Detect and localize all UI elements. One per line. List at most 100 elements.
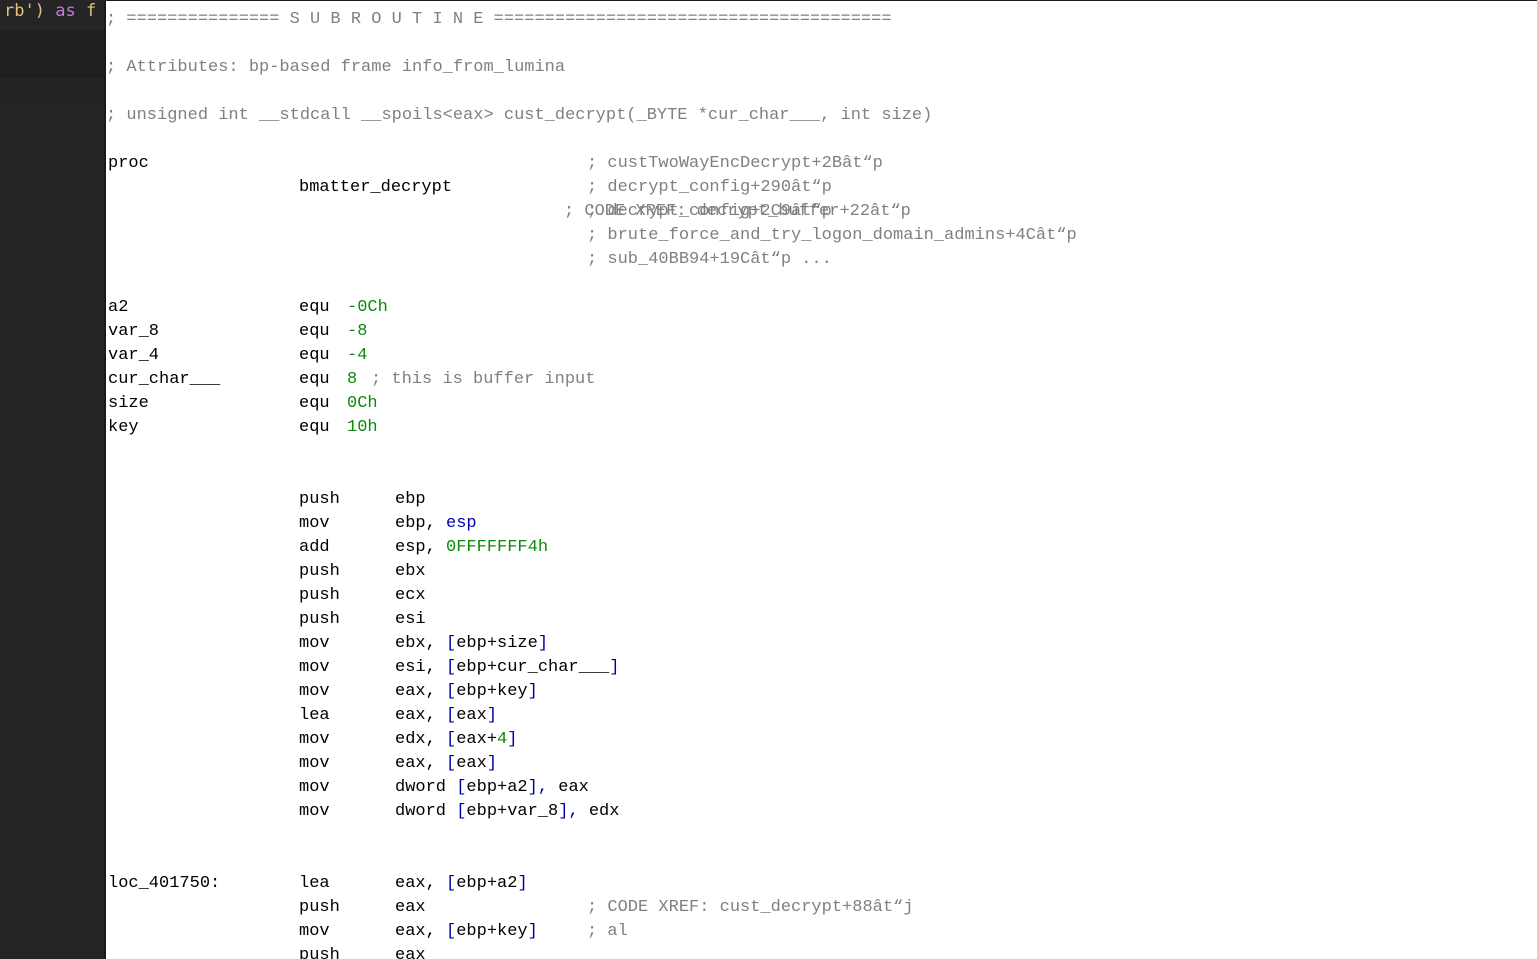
operands[interactable]: esi, [ebp+cur_char___] (395, 656, 619, 680)
local-var-name[interactable]: var_4 (108, 344, 159, 368)
proc-line[interactable]: proc bmatter_decrypt ; CODE XREF: decryp… (106, 128, 1537, 221)
operand-register[interactable]: dword (395, 802, 446, 821)
local-var-offset: -4 (347, 346, 368, 365)
local-var-row[interactable]: var_4 equ -4 (106, 344, 1537, 368)
operand-open: esp (446, 514, 477, 533)
instruction-row[interactable]: push ebx (106, 560, 1537, 584)
operands[interactable]: eax, [eax] (395, 752, 497, 776)
operand-register[interactable]: edx, (395, 730, 436, 749)
operand-register[interactable]: esp, (395, 538, 436, 557)
operands[interactable]: eax, [ebp+key] (395, 920, 538, 944)
mnemonic: mov (299, 634, 330, 653)
operand-register[interactable]: eax (395, 946, 426, 959)
instruction-row[interactable]: push eax (106, 896, 1537, 920)
operand-register[interactable]: ecx (395, 586, 426, 605)
operand-register[interactable]: dword (395, 778, 446, 797)
local-var-comment: ; this is buffer input (371, 370, 596, 389)
operands[interactable]: esp, 0FFFFFFF4h (395, 536, 548, 560)
xref-comment[interactable]: ; sub_40BB94+19Cât“p ... (587, 248, 832, 272)
operand-register[interactable]: ebp, (395, 514, 436, 533)
operands[interactable]: edx, [eax+4] (395, 728, 517, 752)
operands[interactable]: ebx (395, 560, 426, 584)
instruction-row[interactable]: push esi (106, 608, 1537, 632)
operand-expr[interactable]: ebp+a2 (466, 778, 527, 797)
operand-separator (436, 874, 446, 893)
operand-expr[interactable]: ebp+key (456, 682, 527, 701)
instruction-row[interactable]: add esp, 0FFFFFFF4h (106, 536, 1537, 560)
operand-expr[interactable]: eax+ (456, 730, 497, 749)
local-var-offset: 8 (347, 370, 358, 389)
operand-expr[interactable]: eax (456, 754, 487, 773)
instruction-row[interactable]: mov ebp, esp (106, 512, 1537, 536)
operand-register[interactable]: esi (395, 610, 426, 629)
local-var-name[interactable]: cur_char___ (108, 368, 220, 392)
local-var-row[interactable]: key equ 10h (106, 416, 1537, 440)
operands[interactable]: ecx (395, 584, 426, 608)
operand-register[interactable]: eax, (395, 922, 436, 941)
operand-expr[interactable]: ebp+var_8 (466, 802, 558, 821)
operand-register[interactable]: eax, (395, 706, 436, 725)
local-var-name[interactable]: var_8 (108, 320, 159, 344)
operand-close: ] (507, 730, 518, 749)
proc-name[interactable]: bmatter_decrypt (299, 176, 452, 200)
function-signature: ; unsigned int __stdcall __spoils<eax> c… (106, 106, 933, 125)
mnemonic: lea (299, 706, 330, 725)
xref-comment[interactable]: ; decrypt_config+2C9ât“p (587, 200, 832, 224)
operand-register[interactable]: eax, (395, 682, 436, 701)
operands[interactable]: dword [ebp+var_8], edx (395, 800, 619, 824)
local-var-row[interactable]: cur_char___ equ 8 ; this is buffer input (106, 368, 1537, 392)
operand-register[interactable]: eax, (395, 874, 436, 893)
operand-register[interactable]: esi, (395, 658, 436, 677)
operand-register[interactable]: ebp (395, 490, 426, 509)
operand-register[interactable]: eax, (395, 754, 436, 773)
operands[interactable]: ebp (395, 488, 426, 512)
operands[interactable]: esi (395, 608, 426, 632)
operand-expr[interactable]: ebp+size (456, 634, 538, 653)
operands[interactable]: eax, [ebp+a2] (395, 872, 528, 896)
operand-expr[interactable]: ebp+key (456, 922, 527, 941)
local-var-name[interactable]: a2 (108, 296, 128, 320)
xref-comment[interactable]: ; brute_force_and_try_logon_domain_admin… (587, 224, 1077, 248)
operand-expr[interactable]: ebp+cur_char___ (456, 658, 609, 677)
instruction-row[interactable]: mov eax, [ebp+key] ; al (106, 920, 1537, 944)
operands[interactable]: eax, [ebp+key] (395, 680, 538, 704)
mnemonic: mov (299, 778, 330, 797)
local-var-offset: -8 (347, 322, 368, 341)
local-var-row[interactable]: var_8 equ -8 (106, 320, 1537, 344)
instruction-row[interactable]: mov dword [ebp+a2], eax (106, 776, 1537, 800)
instruction-row[interactable]: mov ebx, [ebp+size] (106, 632, 1537, 656)
xref-comment[interactable]: ; custTwoWayEncDecrypt+2Bât“p (587, 152, 883, 176)
operand-register[interactable]: ebx, (395, 634, 436, 653)
operand-expr[interactable]: eax (456, 706, 487, 725)
local-var-name[interactable]: key (108, 416, 139, 440)
mnemonic: mov (299, 514, 330, 533)
operands[interactable]: ebx, [ebp+size] (395, 632, 548, 656)
instruction-row[interactable]: push ebp (106, 488, 1537, 512)
operands[interactable]: dword [ebp+a2], eax (395, 776, 589, 800)
operands[interactable]: eax (395, 896, 426, 920)
operand-register[interactable]: eax (395, 898, 426, 917)
operands[interactable]: ebp, esp (395, 512, 477, 536)
instruction-row[interactable]: push ecx (106, 584, 1537, 608)
disassembly-listing[interactable]: ; =============== S U B R O U T I N E ==… (104, 0, 1537, 959)
operands[interactable]: eax (395, 944, 426, 959)
operand-register[interactable]: ebx (395, 562, 426, 581)
local-var-name[interactable]: size (108, 392, 149, 416)
instruction-row[interactable]: push eax (106, 944, 1537, 959)
local-var-row[interactable]: size equ 0Ch (106, 392, 1537, 416)
loc-label-line[interactable]: loc_401750: ; CODE XREF: cust_decrypt+88… (106, 848, 1537, 917)
operand-expr[interactable]: ebp+a2 (456, 874, 517, 893)
local-var-row[interactable]: a2 equ -0Ch (106, 296, 1537, 320)
instruction-row[interactable]: mov eax, [eax] (106, 752, 1537, 776)
instruction-row[interactable]: mov dword [ebp+var_8], edx (106, 800, 1537, 824)
operand-separator (436, 922, 446, 941)
mnemonic: push (299, 586, 340, 605)
instruction-row[interactable]: mov edx, [eax+4] (106, 728, 1537, 752)
instruction-row[interactable]: mov eax, [ebp+key] (106, 680, 1537, 704)
operands[interactable]: eax, [eax] (395, 704, 497, 728)
instruction-row[interactable]: lea eax, [eax] (106, 704, 1537, 728)
instruction-row[interactable]: mov esi, [ebp+cur_char___] (106, 656, 1537, 680)
xref-comment[interactable]: ; decrypt_config+290ât“p (587, 176, 832, 200)
mnemonic: push (299, 898, 340, 917)
instruction-row[interactable]: lea eax, [ebp+a2] (106, 872, 1537, 896)
